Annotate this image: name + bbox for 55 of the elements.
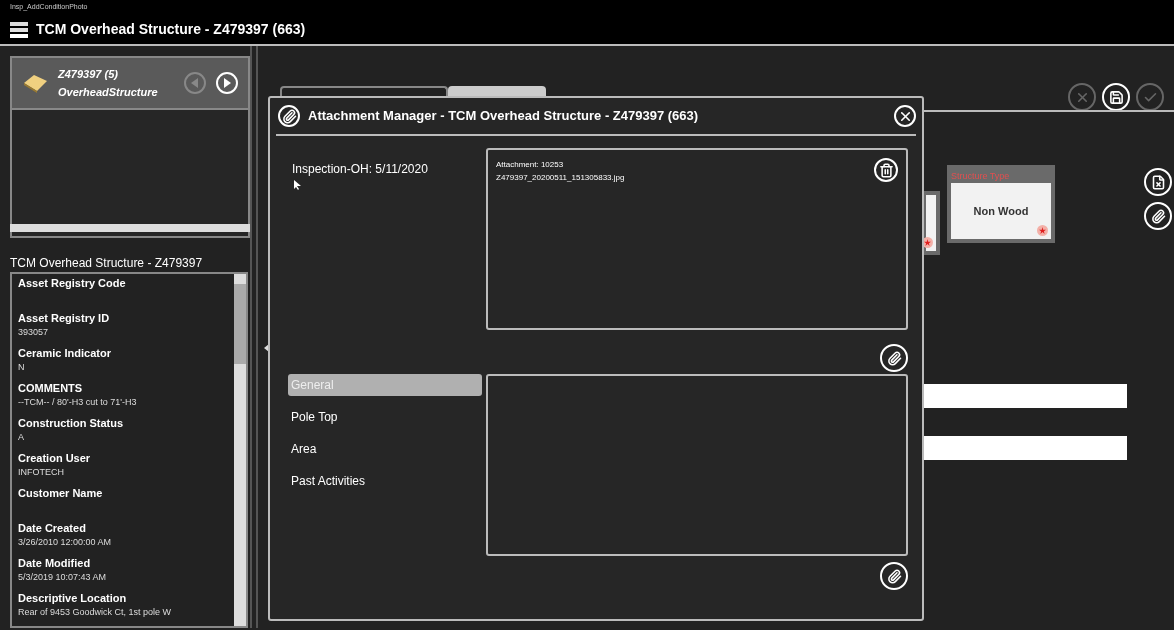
left-triangle-icon bbox=[191, 78, 199, 88]
field-value: 393057 bbox=[18, 326, 50, 338]
window-title: TCM Overhead Structure - Z479397 (663) bbox=[36, 20, 306, 39]
field-label: Date Modified bbox=[18, 556, 92, 571]
field-value: A bbox=[18, 431, 25, 443]
dialog-title: Attachment Manager - TCM Overhead Structure - Z479397 (663) bbox=[308, 107, 700, 126]
asset-id: Z479397 (5) bbox=[58, 67, 119, 82]
field-value: Rear of 9453 Goodwick Ct, 1st pole W bbox=[18, 606, 173, 618]
attach-button[interactable] bbox=[278, 105, 300, 127]
value-card[interactable]: Structure Type Non Wood bbox=[947, 165, 1055, 243]
attachment-file: Z479397_20200511_151305833.jpg bbox=[496, 172, 626, 184]
trash-icon bbox=[878, 162, 894, 178]
field-value: N bbox=[18, 361, 26, 373]
delete-button[interactable] bbox=[874, 158, 898, 182]
text-field[interactable] bbox=[922, 436, 1127, 460]
scrollbar[interactable] bbox=[234, 274, 246, 626]
category-item[interactable]: Area bbox=[288, 438, 482, 460]
mouse-pointer-icon bbox=[294, 180, 301, 190]
card-heading: Structure Type bbox=[951, 170, 1011, 183]
paperclip-icon bbox=[1150, 208, 1166, 224]
field-label: Creation User bbox=[18, 451, 92, 466]
delete-file-button[interactable] bbox=[1144, 168, 1172, 196]
close-button[interactable] bbox=[894, 105, 916, 127]
paperclip-icon bbox=[281, 108, 297, 124]
field-label: Asset Registry ID bbox=[18, 311, 111, 326]
field-value: --TCM-- / 80'-H3 cut to 71'-H3 bbox=[18, 396, 138, 408]
field-label: Date Created bbox=[18, 521, 87, 536]
attachment-label: Attachment: 10253 bbox=[496, 159, 565, 171]
asset-icon bbox=[22, 73, 48, 93]
field-label: Ceramic Indicator bbox=[18, 346, 112, 361]
save-icon bbox=[1108, 89, 1124, 105]
asset-type: OverheadStructure bbox=[58, 85, 159, 100]
field-label: COMMENTS bbox=[18, 381, 84, 396]
attach-button[interactable] bbox=[880, 344, 908, 372]
menu-icon bbox=[10, 21, 28, 38]
field-label: Customer Name bbox=[18, 486, 104, 501]
inspection-label: Inspection-OH: 5/11/2020 bbox=[292, 161, 429, 178]
field-label: Descriptive Location bbox=[18, 591, 128, 606]
field-label: Asset Registry Code bbox=[18, 276, 127, 291]
attach-button[interactable] bbox=[1144, 202, 1172, 230]
text-field[interactable] bbox=[922, 384, 1127, 408]
field-value: 5/3/2019 10:07:43 AM bbox=[18, 571, 108, 583]
next-button[interactable] bbox=[216, 72, 238, 94]
file-x-icon bbox=[1150, 174, 1166, 190]
paperclip-icon bbox=[886, 350, 902, 366]
paperclip-icon bbox=[886, 568, 902, 584]
field-label: Construction Status bbox=[18, 416, 125, 431]
card-value: Non Wood bbox=[973, 203, 1029, 219]
attach-button[interactable] bbox=[880, 562, 908, 590]
details-title: TCM Overhead Structure - Z479397 bbox=[10, 256, 204, 270]
right-triangle-icon bbox=[223, 78, 231, 88]
category-item[interactable]: Pole Top bbox=[288, 406, 482, 428]
field-value: INFOTECH bbox=[18, 466, 65, 478]
category-item[interactable]: Past Activities bbox=[288, 470, 482, 492]
field-value: 3/26/2010 12:00:00 AM bbox=[18, 536, 113, 548]
